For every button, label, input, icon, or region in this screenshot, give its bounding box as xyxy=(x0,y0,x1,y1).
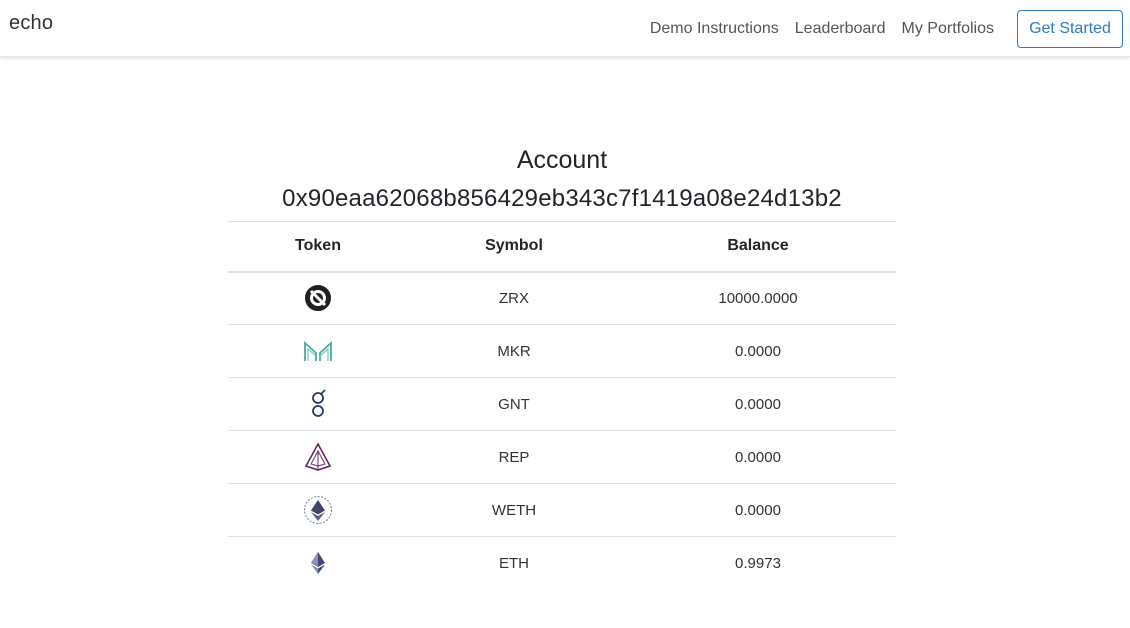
account-header: Account 0x90eaa62068b856429eb343c7f1419a… xyxy=(228,140,896,220)
token-balance: 0.9973 xyxy=(735,554,781,572)
table-row: MKR 0.0000 xyxy=(228,324,896,378)
token-symbol: REP xyxy=(408,430,620,484)
column-header-symbol: Symbol xyxy=(408,221,620,273)
token-icon-cell xyxy=(228,430,408,484)
table-row: GNT 0.0000 xyxy=(228,377,896,431)
token-symbol: MKR xyxy=(408,324,620,378)
token-balance: 0.0000 xyxy=(620,377,896,431)
brand-logo[interactable]: echo xyxy=(9,12,53,35)
token-icon-cell xyxy=(228,537,408,590)
nav-link-leaderboard[interactable]: Leaderboard xyxy=(795,20,886,38)
token-icon-cell xyxy=(228,271,408,325)
token-balance: 10000.0000 xyxy=(620,271,896,325)
eth-icon xyxy=(311,552,325,575)
gnt-icon xyxy=(312,389,326,417)
column-header-balance: Balance xyxy=(620,221,896,273)
weth-icon xyxy=(304,496,332,524)
token-symbol: WETH xyxy=(408,483,620,537)
nav-link-my-portfolios[interactable]: My Portfolios xyxy=(902,20,994,38)
nav-links: Demo Instructions Leaderboard My Portfol… xyxy=(650,0,1130,57)
token-symbol: ETH xyxy=(499,554,529,572)
token-balance: 0.0000 xyxy=(620,324,896,378)
table-row: ZRX 10000.0000 xyxy=(228,271,896,325)
token-icon-cell xyxy=(228,483,408,537)
account-title: Account xyxy=(516,146,608,174)
navbar: echo Demo Instructions Leaderboard My Po… xyxy=(0,0,1130,57)
token-icon-cell xyxy=(228,324,408,378)
token-symbol: GNT xyxy=(408,377,620,431)
zrx-icon xyxy=(305,285,331,312)
mkr-icon xyxy=(304,340,332,361)
token-balance: 0.0000 xyxy=(620,430,896,484)
column-header-token: Token xyxy=(228,221,408,273)
table-row: ETH 0.9973 xyxy=(228,537,896,590)
token-icon-cell xyxy=(228,377,408,431)
table-row: WETH 0.0000 xyxy=(228,483,896,537)
rep-icon xyxy=(304,442,332,471)
token-balance: 0.0000 xyxy=(620,483,896,537)
get-started-button[interactable]: Get Started xyxy=(1017,9,1123,48)
nav-link-demo-instructions[interactable]: Demo Instructions xyxy=(650,20,779,38)
table-row: REP 0.0000 xyxy=(228,430,896,484)
token-symbol: ZRX xyxy=(408,271,620,325)
token-balance-table: Token Symbol Balance ZRX 10000.0000 MKR … xyxy=(228,221,896,590)
table-header-row: Token Symbol Balance xyxy=(228,221,896,273)
account-address: 0x90eaa62068b856429eb343c7f1419a08e24d13… xyxy=(282,185,842,212)
